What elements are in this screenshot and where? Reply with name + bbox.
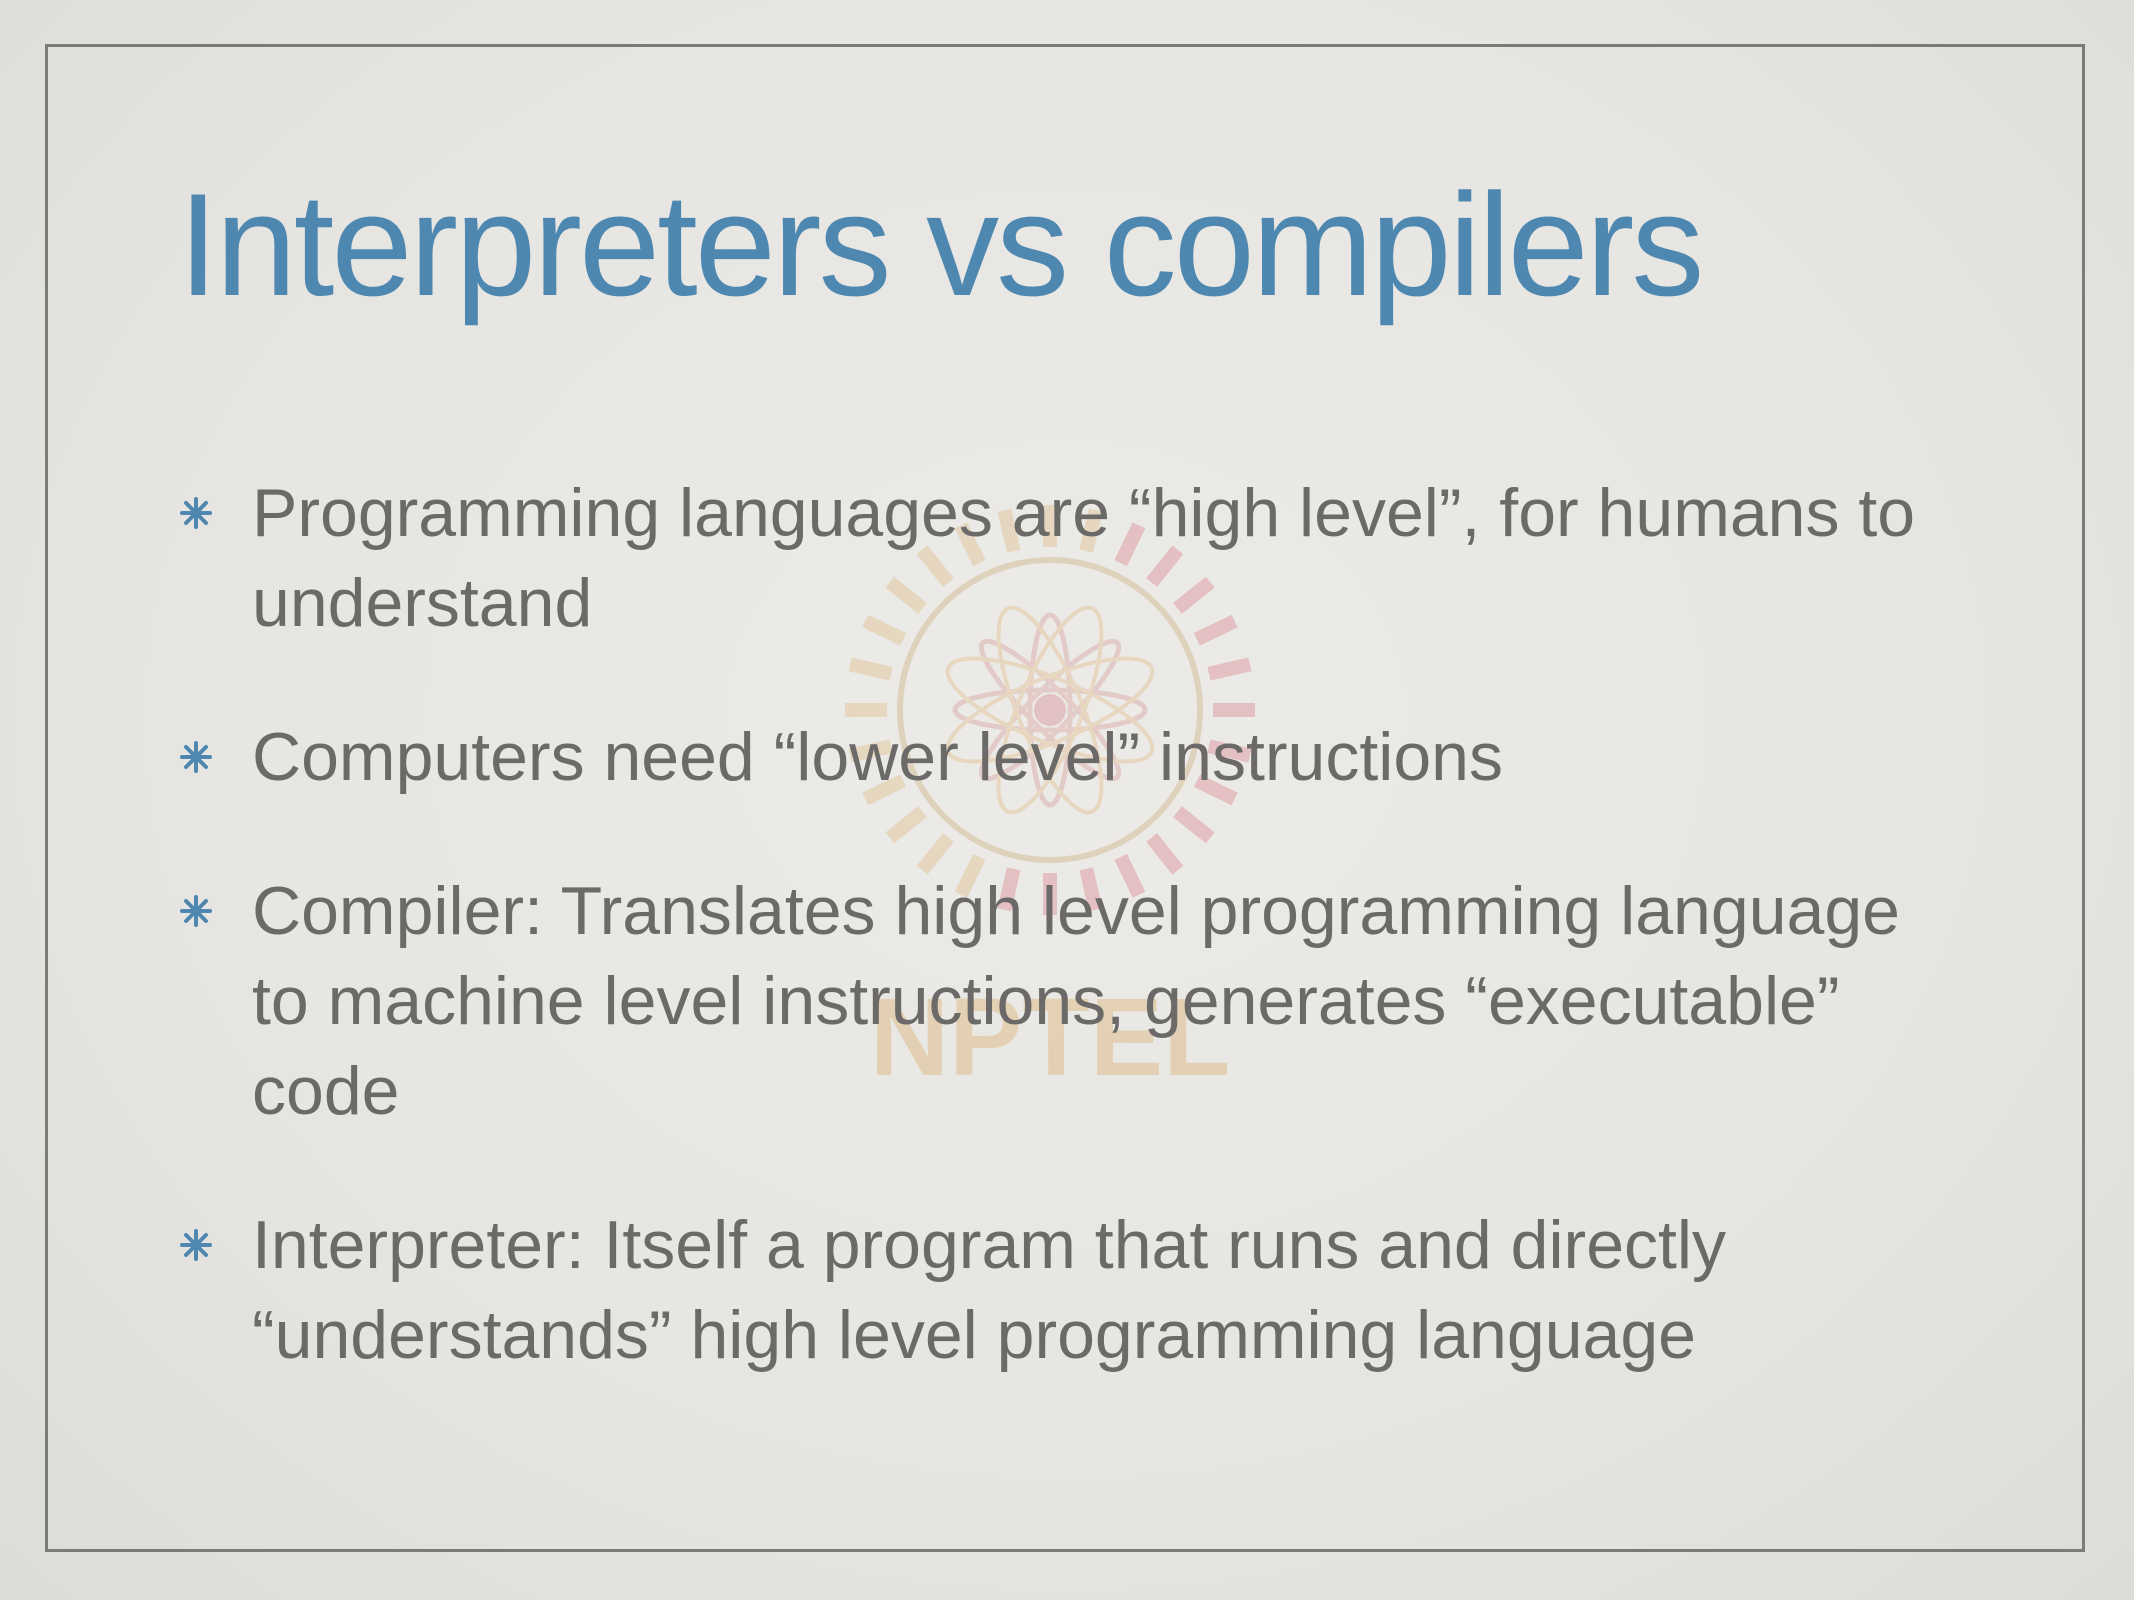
bullet-text: Programming languages are “high level”, … — [252, 475, 1916, 641]
bullet-list: Programming languages are “high level”, … — [178, 468, 1968, 1444]
bullet-item: Computers need “lower level” instruction… — [178, 712, 1968, 802]
slide: NPTEL Interpreters vs compilers Programm… — [0, 0, 2134, 1600]
asterisk-bullet-icon — [180, 895, 212, 927]
bullet-item: Programming languages are “high level”, … — [178, 468, 1968, 648]
asterisk-bullet-icon — [180, 497, 212, 529]
asterisk-bullet-icon — [180, 1229, 212, 1261]
bullet-text: Interpreter: Itself a program that runs … — [252, 1207, 1727, 1373]
bullet-text: Compiler: Translates high level programm… — [252, 873, 1900, 1129]
slide-title: Interpreters vs compilers — [178, 163, 1704, 326]
asterisk-bullet-icon — [180, 741, 212, 773]
bullet-text: Computers need “lower level” instruction… — [252, 719, 1503, 795]
bullet-item: Interpreter: Itself a program that runs … — [178, 1200, 1968, 1380]
bullet-item: Compiler: Translates high level programm… — [178, 866, 1968, 1136]
